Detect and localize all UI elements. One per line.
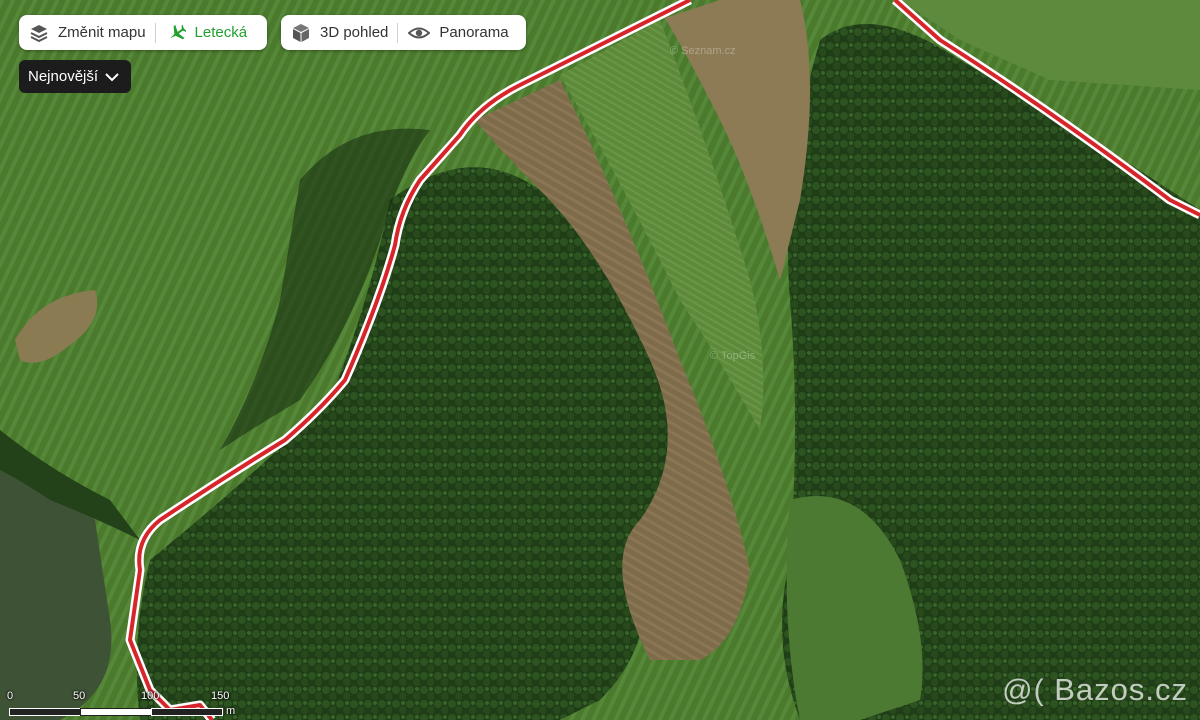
map-type-toolbar: Změnit mapu Letecká — [19, 15, 267, 50]
chevron-down-icon — [105, 72, 119, 81]
view-3d-button[interactable]: 3D pohled — [281, 15, 397, 50]
sort-dropdown[interactable]: Nejnovější — [19, 60, 132, 93]
scale-segment-3 — [151, 708, 223, 716]
panorama-button[interactable]: Panorama — [398, 15, 517, 50]
scale-tick-150: 150 — [211, 690, 230, 702]
change-map-button[interactable]: Změnit mapu — [19, 15, 155, 50]
scale-segment-1 — [9, 708, 81, 716]
attribution-seznam: © Seznam.cz — [670, 45, 736, 57]
layers-icon — [30, 24, 48, 42]
scale-tick-0: 0 — [7, 690, 14, 702]
attribution-topgis: © TopGis — [710, 350, 756, 362]
view-3d-label: 3D pohled — [320, 24, 389, 41]
change-map-label: Změnit mapu — [58, 24, 146, 41]
bazos-watermark: @( Bazos.cz — [1002, 672, 1188, 708]
plane-icon — [169, 24, 186, 39]
scale-segment-2 — [80, 708, 152, 716]
aerial-label: Letecká — [194, 24, 248, 41]
view-mode-toolbar: 3D pohled Panorama — [281, 15, 526, 50]
aerial-map[interactable] — [0, 0, 1200, 720]
scale-unit: m — [226, 705, 236, 717]
aerial-map-button[interactable]: Letecká — [156, 15, 257, 50]
watermark-logo-mark: @( — [1002, 674, 1045, 707]
panorama-label: Panorama — [439, 24, 509, 41]
sort-dropdown-value: Nejnovější — [28, 68, 99, 85]
watermark-text: Bazos.cz — [1054, 672, 1188, 707]
scale-tick-100: 100 — [141, 690, 160, 702]
eye-icon — [408, 27, 431, 38]
scale-tick-50: 50 — [73, 690, 86, 702]
cube-icon — [293, 23, 309, 42]
